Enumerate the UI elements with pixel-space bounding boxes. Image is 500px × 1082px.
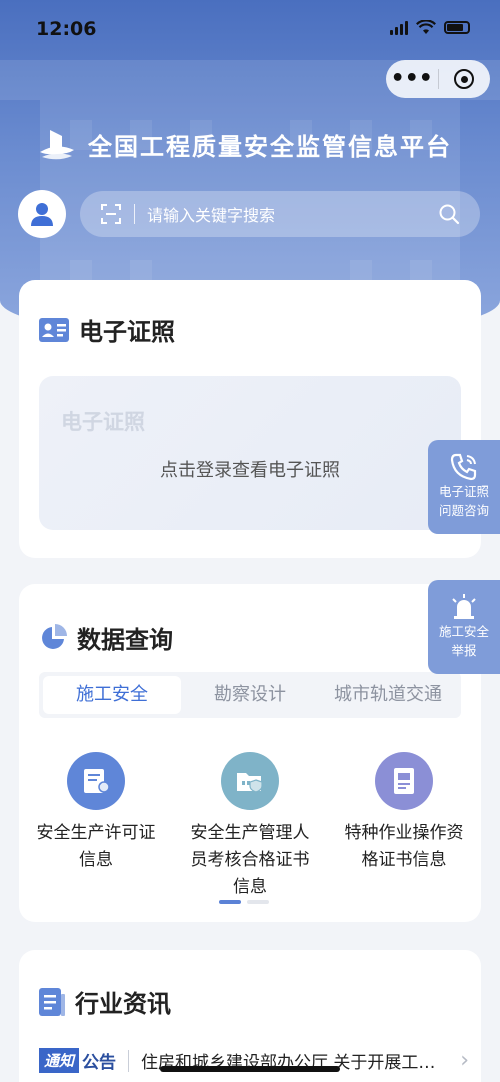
status-icons [390, 20, 470, 35]
report-label-1: 施工安全 [438, 624, 489, 639]
query-item-manager-cert[interactable]: 安全生产管理人员考核合格证书信息 [173, 752, 327, 901]
carousel-dot-active [219, 900, 241, 904]
pie-chart-icon [42, 623, 67, 649]
search-divider [134, 204, 135, 224]
query-item-special-ops[interactable]: 特种作业操作资格证书信息 [327, 752, 481, 901]
license-icon [67, 752, 125, 810]
chevron-right-icon: › [460, 1048, 469, 1073]
data-query-card: 数据查询 施工安全 勘察设计 城市轨道交通 安全生产许可证信息 安全生产管理人员… [19, 584, 481, 922]
query-items: 安全生产许可证信息 安全生产管理人员考核合格证书信息 特种作业操作资格证书信息 [19, 752, 481, 901]
query-item-safety-license[interactable]: 安全生产许可证信息 [19, 752, 173, 901]
alarm-light-icon [452, 594, 476, 619]
document-icon [375, 752, 433, 810]
query-item-label: 特种作业操作资格证书信息 [344, 823, 464, 870]
tab-urban-rail[interactable]: 城市轨道交通 [319, 676, 457, 714]
brand: 全国工程质量安全监管信息平台 [38, 127, 452, 162]
carousel-dots [219, 900, 269, 904]
status-bar: 12:06 [0, 0, 500, 58]
tab-construction-safety[interactable]: 施工安全 [43, 676, 181, 714]
carousel-dot [247, 900, 269, 904]
cert-help-label-2: 问题咨询 [438, 503, 489, 518]
report-button[interactable]: 施工安全 举报 [428, 580, 500, 674]
platform-logo-icon [40, 129, 74, 159]
cert-login-box[interactable]: 电子证照 点击登录查看电子证照 [39, 376, 461, 530]
news-card: 行业资讯 通知 公告 住房和城乡建设部办公厅 关于开展工程质量安全监管信息平台推… [19, 950, 481, 1082]
cert-card-title: 电子证照 [79, 318, 175, 346]
scan-icon[interactable] [100, 203, 122, 225]
user-icon [31, 203, 53, 226]
news-card-title: 行业资讯 [75, 990, 171, 1018]
target-icon [454, 69, 475, 89]
query-item-label: 安全生产许可证信息 [36, 823, 156, 870]
notice-tag-part2: 公告 [82, 1053, 117, 1073]
cert-login-hint: 点击登录查看电子证照 [160, 460, 340, 481]
cert-card: 电子证照 电子证照 点击登录查看电子证照 [19, 280, 481, 558]
id-card-icon [39, 317, 69, 342]
close-button[interactable] [438, 69, 490, 89]
avatar[interactable] [18, 190, 66, 238]
news-divider [128, 1049, 130, 1072]
folder-shield-icon [221, 752, 279, 810]
data-card-title: 数据查询 [77, 626, 173, 654]
query-item-label: 安全生产管理人员考核合格证书信息 [190, 823, 310, 897]
page-title: 全国工程质量安全监管信息平台 [88, 133, 452, 161]
cert-ghost-text: 电子证照 [61, 410, 145, 434]
report-label-2: 举报 [451, 643, 477, 658]
data-card-header: 数据查询 [39, 620, 173, 655]
signal-icon [390, 20, 408, 35]
phone-icon [450, 453, 477, 481]
search-placeholder: 请输入关键字搜索 [147, 206, 276, 225]
search-input[interactable]: 请输入关键字搜索 [80, 191, 480, 237]
notice-tag-part1: 通知 [39, 1048, 80, 1073]
mini-program-capsule: ••• [386, 60, 490, 98]
cert-help-button[interactable]: 电子证照 问题咨询 [428, 440, 500, 534]
cert-help-label-1: 电子证照 [438, 484, 489, 499]
search-icon[interactable] [438, 203, 460, 225]
battery-icon [444, 21, 470, 34]
wifi-icon [416, 20, 436, 34]
notice-tag: 通知 公告 [39, 1048, 116, 1073]
home-indicator[interactable] [160, 1066, 340, 1072]
status-time: 12:06 [36, 18, 97, 40]
cert-card-header: 电子证照 [39, 312, 175, 347]
news-card-header: 行业资讯 [39, 984, 171, 1019]
more-button[interactable]: ••• [386, 68, 438, 90]
tab-survey-design[interactable]: 勘察设计 [181, 676, 319, 714]
data-tabs: 施工安全 勘察设计 城市轨道交通 [39, 672, 461, 718]
news-icon [39, 987, 65, 1016]
